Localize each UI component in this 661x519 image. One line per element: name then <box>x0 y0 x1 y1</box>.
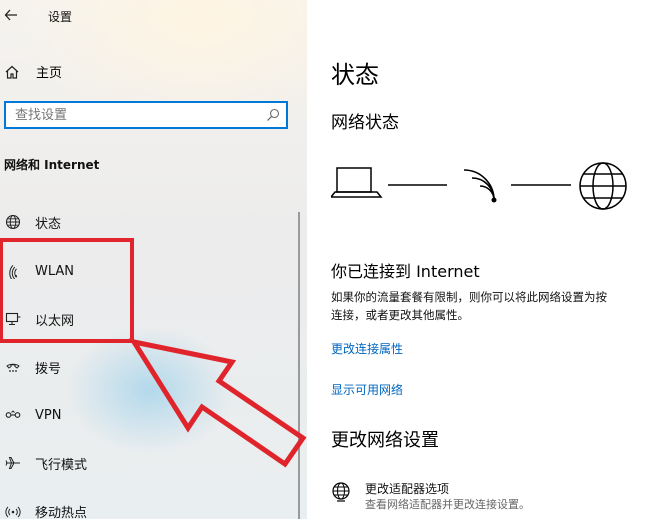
home-icon <box>5 65 19 79</box>
dialup-icon <box>4 358 22 376</box>
sidebar-item-home[interactable]: 主页 <box>4 62 62 81</box>
network-status-diagram <box>331 162 627 210</box>
globe-icon <box>4 213 22 231</box>
back-arrow-icon <box>4 9 17 21</box>
section-title: 网络和 Internet <box>4 158 100 172</box>
back-button[interactable] <box>4 6 20 24</box>
connection-description: 如果你的流量套餐有限制，则你可以将此网络设置为按 连接，或者更改其他属性。 <box>331 288 661 324</box>
page-title: 状态 <box>331 61 379 89</box>
vpn-icon <box>4 406 22 424</box>
sidebar-scrollbar[interactable] <box>298 212 300 519</box>
settings-sidebar: 设置 主页 网络和 Internet 状态 <box>0 0 307 519</box>
change-network-settings-heading: 更改网络设置 <box>331 430 439 451</box>
ethernet-icon <box>4 310 22 328</box>
adapter-options-item[interactable]: 更改适配器选项 查看网络适配器并更改连接设置。 <box>331 481 530 513</box>
globe-icon <box>579 162 627 210</box>
network-status-heading: 网络状态 <box>331 113 399 133</box>
sidebar-item-vpn[interactable]: VPN <box>0 400 290 430</box>
airplane-icon <box>4 454 22 472</box>
adapter-options-description: 查看网络适配器并更改连接设置。 <box>365 498 530 511</box>
search-input[interactable] <box>6 103 255 127</box>
hotspot-icon <box>4 502 22 519</box>
description-line: 如果你的流量套餐有限制，则你可以将此网络设置为按 <box>331 290 607 304</box>
adapter-globe-icon <box>332 482 350 502</box>
sidebar-item-label: VPN <box>35 407 62 423</box>
search-icon[interactable] <box>266 108 280 122</box>
main-content: 状态 网络状态 你已连接到 Internet 如果你的流量套餐有限制，则你可以将… <box>307 0 661 519</box>
wifi-icon <box>463 169 497 203</box>
description-line: 连接，或者更改其他属性。 <box>331 308 469 322</box>
sidebar-item-label: 移动热点 <box>35 505 88 519</box>
sidebar-item-status[interactable]: 状态 <box>0 207 290 237</box>
sidebar-item-ethernet[interactable]: 以太网 <box>0 304 290 334</box>
wifi-icon <box>4 262 22 280</box>
sidebar-item-label: 飞行模式 <box>35 457 88 473</box>
window-title: 设置 <box>48 10 73 24</box>
sidebar-item-label: 拨号 <box>35 361 62 377</box>
sidebar-item-dialup[interactable]: 拨号 <box>0 352 290 382</box>
search-box[interactable] <box>4 101 288 129</box>
computer-icon <box>331 167 383 198</box>
sidebar-item-label: 以太网 <box>35 313 75 329</box>
change-connection-properties-link[interactable]: 更改连接属性 <box>331 340 403 357</box>
connected-heading: 你已连接到 Internet <box>331 262 480 281</box>
sidebar-item-wlan[interactable]: WLAN <box>0 256 290 286</box>
home-label: 主页 <box>36 66 63 81</box>
show-available-networks-link[interactable]: 显示可用网络 <box>331 381 403 398</box>
sidebar-item-label: WLAN <box>35 263 75 279</box>
adapter-options-title: 更改适配器选项 <box>365 482 450 496</box>
sidebar-item-label: 状态 <box>35 216 62 232</box>
sidebar-item-airplane[interactable]: 飞行模式 <box>0 448 290 478</box>
sidebar-item-hotspot[interactable]: 移动热点 <box>0 496 290 519</box>
